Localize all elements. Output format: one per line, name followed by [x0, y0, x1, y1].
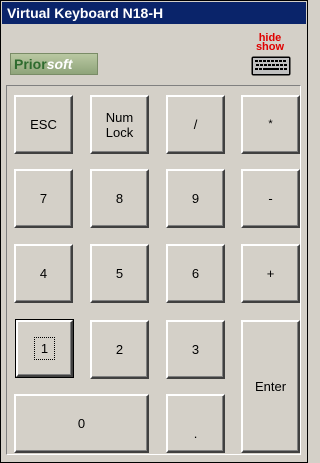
key-1[interactable]: 1 [15, 319, 74, 378]
key-multiply-label: * [268, 118, 273, 130]
hide-show-label: hide show [247, 33, 293, 53]
key-2-label: 2 [115, 342, 124, 357]
key-9[interactable]: 9 [166, 169, 225, 228]
key-2[interactable]: 2 [90, 320, 149, 379]
key-7[interactable]: 7 [14, 169, 73, 228]
key-0-label: 0 [77, 416, 86, 431]
key-decimal-label: . [193, 426, 198, 441]
key-5[interactable]: 5 [90, 244, 149, 303]
logo-part2: soft [46, 56, 73, 72]
key-4[interactable]: 4 [14, 244, 73, 303]
key-3[interactable]: 3 [166, 320, 225, 379]
key-0[interactable]: 0 [14, 394, 149, 453]
hide-show-button[interactable]: hide show [247, 33, 293, 80]
key-6[interactable]: 6 [166, 244, 225, 303]
key-5-label: 5 [115, 266, 124, 281]
key-divide-label: / [193, 117, 198, 132]
key-6-label: 6 [191, 266, 200, 281]
numlock-line2: Lock [105, 124, 134, 140]
key-esc[interactable]: ESC [14, 95, 73, 154]
key-multiply[interactable]: * [241, 95, 300, 154]
window-title: Virtual Keyboard N18-H [7, 5, 164, 21]
priorsoft-logo: Priorsoft [10, 53, 98, 75]
key-plus[interactable]: + [241, 244, 300, 303]
key-divide[interactable]: / [166, 95, 225, 154]
key-numlock-label: Num Lock [106, 110, 133, 140]
title-bar[interactable]: Virtual Keyboard N18-H [2, 2, 306, 24]
keyboard-icon [251, 56, 291, 76]
key-3-label: 3 [191, 342, 200, 357]
key-numlock[interactable]: Num Lock [90, 95, 149, 154]
key-1-label: 1 [33, 337, 56, 360]
logo-part1: Prior [14, 56, 47, 72]
key-8[interactable]: 8 [90, 169, 149, 228]
key-minus-label: - [268, 191, 273, 206]
key-esc-label: ESC [30, 117, 57, 132]
key-8-label: 8 [115, 191, 124, 206]
virtual-keyboard-window: Virtual Keyboard N18-H Priorsoft hide sh… [0, 0, 308, 463]
show-label: show [255, 41, 285, 53]
key-decimal[interactable]: . [166, 394, 225, 453]
key-minus[interactable]: - [241, 169, 300, 228]
key-9-label: 9 [191, 191, 200, 206]
numlock-line1: Num [105, 109, 134, 125]
key-enter[interactable]: Enter [241, 320, 300, 453]
key-enter-label: Enter [254, 379, 287, 394]
key-plus-label: + [266, 266, 275, 281]
key-4-label: 4 [39, 266, 48, 281]
key-7-label: 7 [39, 191, 48, 206]
